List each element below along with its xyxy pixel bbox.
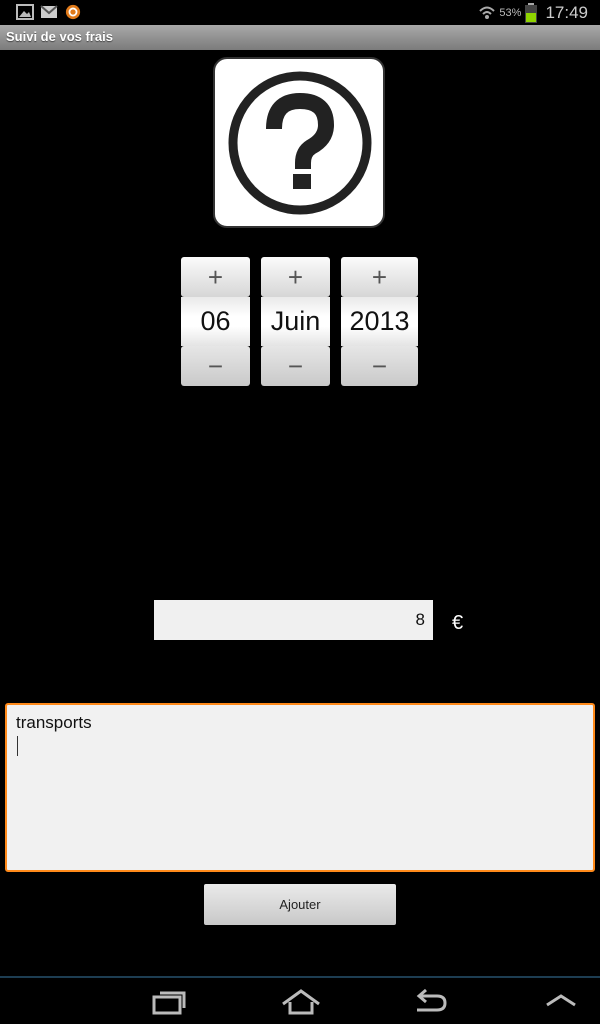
add-button[interactable]: Ajouter (204, 884, 396, 925)
description-input[interactable]: transports (5, 703, 595, 872)
recent-apps-icon[interactable] (152, 988, 188, 1016)
day-value[interactable]: 06 (181, 297, 250, 346)
month-decrement-button[interactable]: − (261, 346, 330, 386)
text-cursor (17, 736, 18, 756)
back-icon[interactable] (413, 988, 449, 1016)
app-title: Suivi de vos frais (6, 29, 113, 44)
year-picker: + 2013 − (341, 257, 418, 386)
year-increment-button[interactable]: + (341, 257, 418, 297)
year-decrement-button[interactable]: − (341, 346, 418, 386)
month-value[interactable]: Juin (261, 297, 330, 346)
gmail-icon (40, 5, 58, 18)
clock: 17:49 (545, 3, 588, 22)
question-mark-icon (228, 71, 372, 215)
day-decrement-button[interactable]: − (181, 346, 250, 386)
menu-up-icon[interactable] (544, 992, 578, 1008)
battery-icon (525, 3, 538, 23)
navigation-bar (0, 976, 600, 1024)
amount-input[interactable]: 8 (154, 600, 433, 640)
month-increment-button[interactable]: + (261, 257, 330, 297)
image-icon (16, 4, 34, 20)
category-image-button[interactable] (213, 57, 385, 228)
wifi-icon (479, 6, 496, 19)
description-text: transports (16, 713, 92, 732)
day-increment-button[interactable]: + (181, 257, 250, 297)
app-notification-icon (65, 4, 81, 20)
status-bar: 53% 17:49 (0, 0, 600, 25)
title-bar: Suivi de vos frais (0, 25, 600, 50)
year-value[interactable]: 2013 (341, 297, 418, 346)
currency-label: € (452, 612, 464, 634)
battery-percent: 53% (499, 7, 522, 19)
home-icon[interactable] (281, 988, 321, 1016)
month-picker: + Juin − (261, 257, 330, 386)
day-picker: + 06 − (181, 257, 250, 386)
